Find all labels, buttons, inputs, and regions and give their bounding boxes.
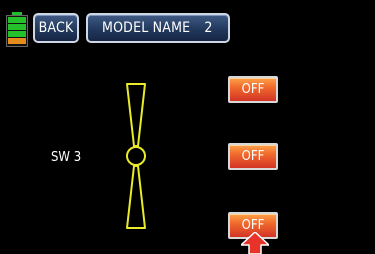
position-up-off-button[interactable]: OFF [228, 76, 278, 103]
battery-icon [6, 12, 28, 47]
pointer-arrow-icon [241, 232, 269, 254]
back-button-label: BACK [38, 20, 74, 36]
switch-label: SW 3 [51, 150, 82, 165]
model-number: 2 [204, 20, 213, 36]
function-screen: BACK MODEL NAME 2 SW 3 OFF OFF OFF [0, 0, 375, 254]
model-name-label: MODEL NAME [102, 20, 191, 36]
back-button[interactable]: BACK [33, 13, 79, 43]
position-center-off-button[interactable]: OFF [228, 143, 278, 170]
model-name-button[interactable]: MODEL NAME 2 [86, 13, 230, 43]
